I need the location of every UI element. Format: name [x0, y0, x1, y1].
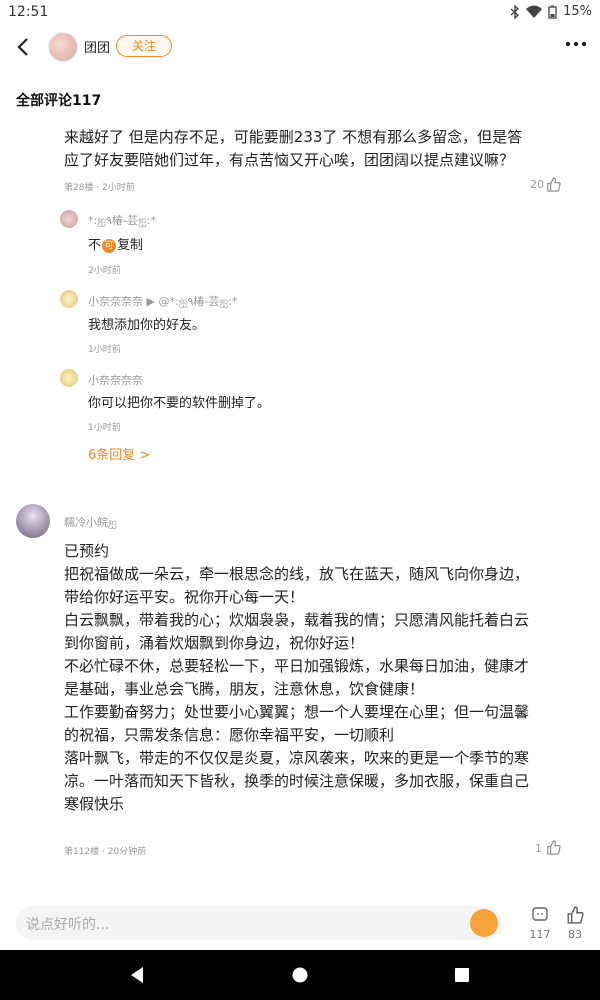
thumb-up-icon[interactable]	[546, 177, 561, 192]
like-total: 83	[568, 928, 582, 941]
emoji-icon[interactable]	[470, 909, 498, 937]
battery-level: 15%	[563, 4, 592, 19]
bluetooth-icon	[510, 4, 520, 19]
commenter-avatar[interactable]	[16, 504, 50, 538]
reply-text: 我想添加你的好友。	[88, 318, 206, 333]
reply-time: 1小时前	[88, 345, 121, 355]
reply-text: 不可复制	[88, 238, 144, 253]
author-avatar[interactable]	[48, 32, 78, 62]
like-count: 1	[535, 842, 542, 855]
reply-time: 1小时前	[88, 423, 121, 433]
comment-input[interactable]: 说点好听的...	[16, 906, 502, 940]
reply-username[interactable]: 小奈奈奈奈	[88, 372, 143, 388]
nav-back-icon[interactable]	[128, 966, 146, 984]
comment-icon[interactable]	[531, 906, 549, 924]
reply-avatar[interactable]	[60, 369, 78, 387]
reply-username[interactable]: 小奈奈奈奈 ▶ @*:ஐ٩椿-芸ஐ:*	[88, 293, 237, 310]
input-placeholder: 说点好听的...	[26, 917, 110, 933]
battery-icon	[548, 5, 557, 19]
comments-title: 全部评论117	[16, 93, 102, 109]
wifi-icon	[526, 5, 543, 18]
comment-meta: 第28楼 · 2小时前	[64, 183, 135, 193]
thumb-up-icon[interactable]	[546, 840, 561, 855]
status-time: 12:51	[8, 4, 49, 20]
reply-time: 2小时前	[88, 266, 121, 276]
author-name[interactable]: 团团	[84, 37, 110, 56]
commenter-name[interactable]: 糯冷小皖ஐ	[64, 514, 117, 531]
comment-text: 已预约 把祝福做成一朵云，牵一根思念的线，放飞在蓝天，随风飞向你身边， 带给你好…	[64, 542, 530, 813]
reply-avatar[interactable]	[60, 290, 78, 308]
nav-home-icon[interactable]	[291, 966, 309, 984]
reply-text: 你可以把你不要的软件删掉了。	[88, 396, 271, 411]
status-bar: 12:51 15%	[0, 0, 600, 26]
reply-username[interactable]: *:ஐ٩椿-芸ஐ:*	[88, 212, 156, 229]
comment-text: 来越好了 但是内存不足，可能要删233了 不想有那么多留念，但是答 应了好友要陪…	[64, 128, 523, 169]
more-replies-link[interactable]: 6条回复 >	[88, 444, 150, 463]
reply-avatar[interactable]	[60, 210, 78, 228]
nav-recents-icon[interactable]	[454, 967, 470, 983]
like-count: 20	[530, 178, 544, 191]
more-icon[interactable]	[564, 36, 588, 52]
back-arrow-icon[interactable]	[14, 36, 34, 58]
comment-count: 117	[529, 928, 551, 941]
navigation-bar	[0, 950, 600, 1000]
follow-button[interactable]: 关注	[116, 35, 172, 57]
status-icons: 15%	[510, 4, 592, 19]
thumb-up-icon[interactable]	[566, 906, 584, 924]
comment-meta: 第112楼 · 20分钟前	[64, 847, 147, 857]
copy-badge: 可	[102, 239, 117, 253]
